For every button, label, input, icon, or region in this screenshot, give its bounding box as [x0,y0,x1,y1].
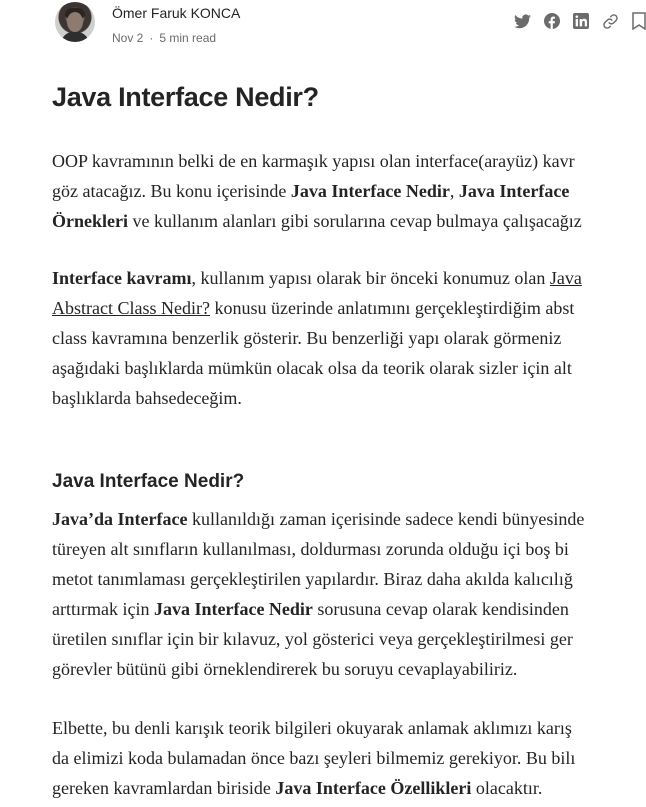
share-toolbar [514,12,646,30]
text-line: class kavramına benzerlik gösterir. Bu b… [52,328,562,348]
text-line: göz atacağız. Bu konu içerisinde Java In… [52,176,646,206]
read-time: 5 min read [159,31,217,45]
post-meta: Nov 2 · 5 min read [112,31,216,45]
text-segment: olacaktır. [471,778,543,798]
features-intro-paragraph: Elbette, bu denli karışık teorik bilgile… [52,713,646,803]
author-avatar[interactable] [55,2,95,42]
text-segment: gereken kavramlardan biriside [52,778,276,798]
text-segment: göz atacağız. Bu konu içerisinde [52,181,291,201]
publish-date: Nov 2 [112,31,144,45]
text-line: görevler bütünü gibi örneklendirerek bu … [52,659,518,679]
linkedin-icon[interactable] [573,13,589,29]
abstract-class-link[interactable]: Abstract Class Nedir? [52,298,210,318]
text-line: da elimizi koda bulamadan önce bazı şeyl… [52,748,576,768]
text-line: Interface kavramı, kullanım yapısı olara… [52,263,646,293]
author-header: Ömer Faruk KONCA Nov 2 · 5 min read [52,0,646,52]
text-line: başlıklarda bahsedeceğim. [52,388,242,408]
text-segment: kullanıldığı zaman içerisinde sadece ken… [187,509,585,529]
text-line: üretilen sınıflar için bir kılavuz, yol … [52,629,573,649]
text-segment: ve kullanım alanları gibi sorularına cev… [127,211,582,231]
text-line: arttırmak için Java Interface Nedir soru… [52,594,646,624]
text-line: Elbette, bu denli karışık teorik bilgile… [52,718,572,738]
abstract-class-link[interactable]: Java [550,268,582,288]
facebook-icon[interactable] [544,13,560,29]
text-line: aşağıdaki başlıklarda mümkün olacak olsa… [52,358,572,378]
definition-paragraph: Java’da Interface kullanıldığı zaman içe… [52,504,646,684]
text-segment: konusu üzerinde anlatımını gerçekleştird… [209,298,575,318]
meta-separator: · [149,31,154,45]
bold-term: Java Interface Özellikleri [275,778,472,798]
section-heading: Java Interface Nedir? [52,471,245,492]
text-segment: arttırmak için [52,599,154,619]
bold-term: Örnekleri [52,211,128,231]
text-line: Java’da Interface kullanıldığı zaman içe… [52,504,646,534]
article-title: Java Interface Nedir? [52,82,319,112]
twitter-icon[interactable] [514,14,531,29]
avatar-face [67,12,83,32]
text-line: Abstract Class Nedir? konusu üzerinde an… [52,293,646,323]
text-line: Örnekleri ve kullanım alanları gibi soru… [52,206,646,236]
author-name[interactable]: Ömer Faruk KONCA [112,5,240,21]
text-segment: sorusuna cevap olarak kendisinden [312,599,569,619]
bookmark-icon[interactable] [632,12,646,30]
bold-term: Java’da Interface [52,509,188,529]
avatar-shirt [61,32,89,42]
text-line: türeyen alt sınıfların kullanılması, dol… [52,539,569,559]
text-line: metot tanımlaması gerçekleştirilen yapıl… [52,569,573,589]
text-line: gereken kavramlardan biriside Java Inter… [52,773,646,803]
link-icon[interactable] [602,13,619,30]
bold-term: Interface kavramı [52,268,192,288]
bold-term: Java Interface Nedir [290,181,450,201]
bold-term: Java Interface Nedir [153,599,313,619]
text-segment: , kullanım yapısı olarak bir önceki konu… [191,268,550,288]
interface-concept-paragraph: Interface kavramı, kullanım yapısı olara… [52,263,646,413]
text-segment: , [449,181,459,201]
intro-paragraph: OOP kavramının belki de en karmaşık yapı… [52,146,646,236]
text-line: OOP kavramının belki de en karmaşık yapı… [52,151,575,171]
bold-term: Java Interface [458,181,570,201]
